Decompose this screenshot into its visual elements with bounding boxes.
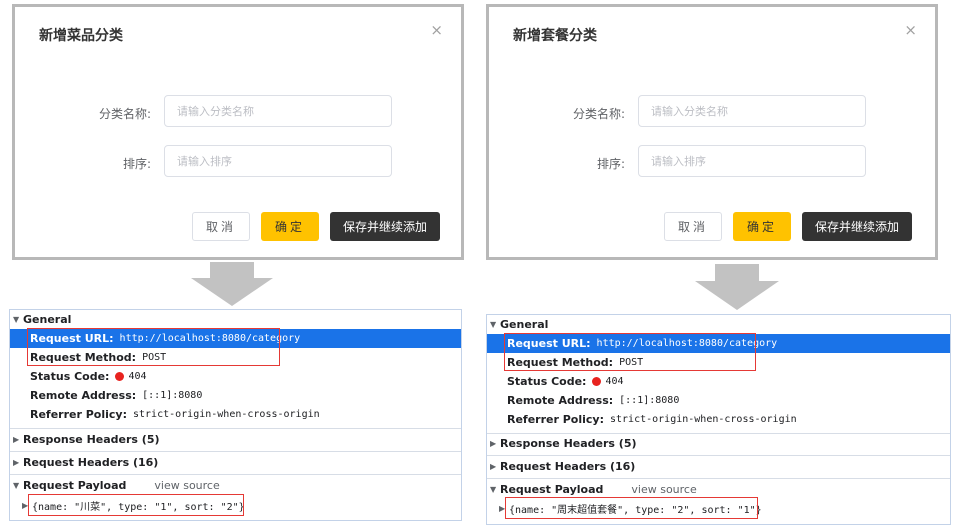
error-status-icon [115,372,125,381]
status-code-row: Status Code: 404 [30,370,147,383]
cancel-button[interactable]: 取消 [192,212,250,241]
add-dish-category-dialog: 新增菜品分类 × 分类名称: 排序: 取消 确定 保存并继续添加 [12,4,464,260]
view-source-link[interactable]: view source [154,479,219,492]
request-url-key: Request URL: [30,332,114,345]
referrer-policy-row: Referrer Policy: strict-origin-when-cross… [507,413,797,426]
view-source-link[interactable]: view source [631,483,696,496]
expanded-triangle-icon: ▼ [13,315,20,324]
request-method-value: POST [142,352,167,363]
request-method-row: Request Method: POST [507,356,644,369]
status-code-value: 404 [605,376,624,387]
error-status-icon [592,377,602,386]
remote-address-row: Remote Address: [::1]:8080 [507,394,680,407]
dialog-title: 新增菜品分类 [39,28,123,44]
divider [10,451,461,452]
divider [487,455,950,456]
collapsed-triangle-icon: ▶ [490,462,497,471]
network-request-panel: ▼ General Request URL: http://localhost:80… [486,314,951,525]
confirm-button[interactable]: 确定 [261,212,319,241]
request-headers-section-header[interactable]: ▶ Request Headers (16) [10,453,461,472]
request-payload-value: {name: "周末超值套餐", type: "2", sort: "1"} [509,505,762,516]
category-name-label: 分类名称: [572,107,625,121]
network-request-panel: ▼ General Request URL: http://localhost:80… [9,309,462,521]
request-url-value: http://localhost:8080/category [596,338,778,349]
sort-input[interactable] [164,145,392,177]
divider [10,474,461,475]
expanded-triangle-icon: ▼ [490,320,497,329]
dialog-title: 新增套餐分类 [513,28,597,44]
expanded-triangle-icon: ▼ [490,485,497,494]
save-and-continue-button[interactable]: 保存并继续添加 [802,212,912,241]
request-payload-value: {name: "川菜", type: "1", sort: "2"} [32,502,245,513]
category-name-input[interactable] [164,95,392,127]
add-combo-category-dialog: 新增套餐分类 × 分类名称: 排序: 取消 确定 保存并继续添加 [486,4,938,260]
expanded-triangle-icon: ▼ [13,481,20,490]
status-code-value: 404 [128,371,147,382]
cancel-button[interactable]: 取消 [664,212,722,241]
collapsed-triangle-icon: ▶ [13,458,20,467]
request-method-value: POST [619,357,644,368]
request-url-row[interactable]: Request URL: http://localhost:8080/catego… [487,334,950,353]
close-icon[interactable]: × [430,21,443,39]
status-code-row: Status Code: 404 [507,375,624,388]
request-url-row[interactable]: Request URL: http://localhost:8080/catego… [10,329,461,348]
divider [487,478,950,479]
request-url-value: http://localhost:8080/category [119,333,301,344]
request-method-row: Request Method: POST [30,351,167,364]
request-headers-section-header[interactable]: ▶ Request Headers (16) [487,457,950,476]
down-arrow-icon [695,264,779,310]
category-name-label: 分类名称: [98,107,151,121]
referrer-policy-row: Referrer Policy: strict-origin-when-cross… [30,408,320,421]
category-name-input[interactable] [638,95,866,127]
request-payload-row[interactable]: ▶ {name: "周末超值套餐", type: "2", sort: "1"} [487,499,950,518]
collapsed-triangle-icon: ▶ [13,435,20,444]
request-url-key: Request URL: [507,337,591,350]
save-and-continue-button[interactable]: 保存并继续添加 [330,212,440,241]
response-headers-section-header[interactable]: ▶ Response Headers (5) [10,430,461,449]
remote-address-row: Remote Address: [::1]:8080 [30,389,203,402]
sort-label: 排序: [122,157,151,171]
general-section-header[interactable]: ▼ General [10,310,461,329]
close-icon[interactable]: × [904,21,917,39]
confirm-button[interactable]: 确定 [733,212,791,241]
collapsed-triangle-icon: ▶ [499,504,506,513]
request-payload-section-header[interactable]: ▼ Request Payload view source [10,476,461,495]
collapsed-triangle-icon: ▶ [490,439,497,448]
sort-input[interactable] [638,145,866,177]
request-payload-row[interactable]: ▶ {name: "川菜", type: "1", sort: "2"} [10,496,461,515]
general-section-header[interactable]: ▼ General [487,315,950,334]
collapsed-triangle-icon: ▶ [22,501,29,510]
divider [10,428,461,429]
sort-label: 排序: [596,157,625,171]
down-arrow-icon [191,262,273,306]
response-headers-section-header[interactable]: ▶ Response Headers (5) [487,434,950,453]
request-payload-section-header[interactable]: ▼ Request Payload view source [487,480,950,499]
